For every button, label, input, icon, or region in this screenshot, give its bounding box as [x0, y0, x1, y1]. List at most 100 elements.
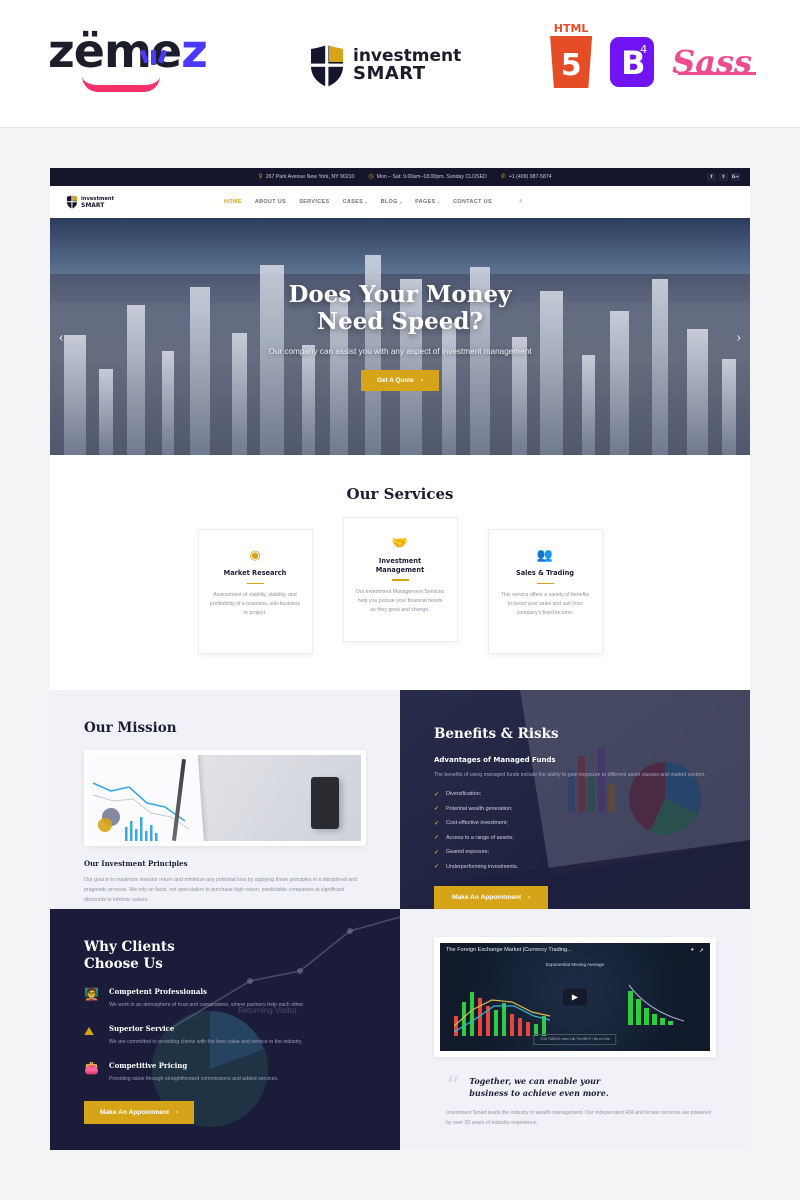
nav-item-blog[interactable]: BLOG ▾	[381, 199, 403, 205]
why-appointment-button[interactable]: Make An Appointment ›	[84, 1101, 195, 1125]
benefits-subtitle: Advantages of Managed Funds	[434, 756, 556, 764]
check-icon: ✓	[434, 806, 440, 813]
nav-item-home[interactable]: HOME	[224, 199, 242, 205]
google-plus-icon[interactable]: G+	[731, 173, 740, 181]
benefit-item: ✓ Access to a range of assets;	[434, 834, 716, 842]
benefits-risks-section: Benefits & Risks Advantages of Managed F…	[400, 690, 750, 909]
feature-text: Providing value through straightforward …	[109, 1075, 279, 1082]
contact-phone[interactable]: ✆ +1 (409) 987-5874	[501, 174, 552, 180]
wallet-icon: 👛	[84, 1060, 99, 1075]
eye-icon: ◉	[249, 547, 261, 562]
social-links: f t G+	[707, 173, 740, 181]
button-label: Make An Appointment	[100, 1109, 170, 1117]
benefit-label: Underperforming investments.	[446, 863, 519, 870]
quote-mark-icon: “	[446, 1071, 460, 1102]
contact-address: ⚲ 267 Park Avenue New York, NY 90210	[258, 174, 354, 180]
why-title-line-2: Choose Us	[84, 955, 163, 972]
benefits-appointment-button[interactable]: Make An Appointment ›	[434, 885, 549, 909]
check-icon: ✓	[434, 835, 440, 842]
benefits-title: Benefits & Risks	[434, 726, 559, 742]
why-title-line-1: Why Clients	[84, 938, 175, 955]
bootstrap-version: 4	[640, 43, 648, 56]
services-section: Our Services ◉ Market Research Assessmen…	[50, 455, 750, 690]
mission-text: Our goal is to maximize investor return …	[84, 877, 358, 904]
feature-text: We work in an atmosphere of trust and ca…	[109, 1001, 305, 1008]
service-card-investment-management[interactable]: 🤝 Investment Management Our Investment M…	[342, 517, 458, 642]
contact-address-text: 267 Park Avenue New York, NY 90210	[265, 174, 355, 180]
benefits-list: ✓ Diversification; ✓ Potential wealth gene…	[434, 791, 716, 871]
testimonial-body: Investment Smart leads the industry in w…	[446, 1109, 711, 1127]
video-player[interactable]: The Foreign Exchange Market |Currency Tr…	[440, 942, 710, 1051]
nav-item-cases[interactable]: CASES ▾	[343, 199, 368, 205]
facebook-icon[interactable]: f	[707, 173, 716, 181]
nav-item-contact-us[interactable]: CONTACT US	[453, 199, 492, 205]
zemez-part-1: z	[48, 24, 75, 78]
benefit-label: Access to a range of assets;	[446, 834, 514, 841]
shield-icon	[311, 45, 343, 87]
service-description: This service offers a variety of benefit…	[500, 592, 590, 617]
why-video-row: Returning Visitor Why Clients Choose Us …	[50, 908, 750, 1151]
testimonial-quote: “ Together, we can enable your business …	[434, 1071, 716, 1102]
hero-next-arrow[interactable]: ›	[737, 329, 741, 344]
zemez-part-e: ë	[73, 24, 105, 78]
zemez-logo: zëmez	[48, 28, 208, 98]
service-card-sales-trading[interactable]: 👥 Sales & Trading This service offers a …	[487, 529, 603, 654]
navbar-logo-text: investment SMART	[81, 196, 114, 209]
benefit-item: ✓ Underperforming investments.	[434, 863, 716, 871]
search-icon[interactable]: ⌕	[519, 198, 523, 206]
nav-label: BLOG	[380, 199, 398, 205]
service-name: Sales & Trading	[515, 569, 575, 577]
hero-prev-arrow[interactable]: ‹	[59, 329, 63, 344]
play-icon[interactable]: ▶	[563, 988, 587, 1006]
video-header: The Foreign Exchange Market |Currency Tr…	[446, 947, 704, 954]
nav-item-services[interactable]: SERVICES	[299, 199, 329, 205]
testimonial-line-1: Together, we can enable your	[469, 1075, 601, 1086]
chevron-down-icon: ▾	[365, 199, 368, 205]
nav-item-pages[interactable]: PAGES ▾	[415, 199, 440, 205]
divider	[246, 582, 264, 585]
feature-competitive-pricing: 👛 Competitive Pricing Providing value th…	[84, 1061, 366, 1084]
nav-item-about-us[interactable]: ABOUT US	[255, 199, 286, 205]
service-card-market-research[interactable]: ◉ Market Research Assessment of viabilit…	[197, 529, 313, 654]
mission-subtitle: Our Investment Principles	[84, 859, 188, 868]
site-navbar: investment SMART HOME ABOUT US SERVICES …	[50, 186, 750, 218]
logo-line-2: SMART	[353, 63, 426, 85]
get-a-quote-button[interactable]: Get A Quote ›	[361, 369, 439, 391]
shield-icon	[66, 195, 78, 209]
benefit-item: ✓ Geared exposure;	[434, 849, 716, 856]
service-name: Market Research	[223, 569, 287, 577]
nav-label: HOME	[224, 199, 242, 205]
tech-badges: HTML 5 B 4 Sass	[550, 22, 756, 88]
our-mission-section: Our Mission Our Investment Principles Ou…	[50, 690, 400, 909]
clock-icon: ◷	[368, 174, 374, 180]
mission-title: Our Mission	[84, 720, 177, 736]
button-label: Get A Quote	[377, 376, 414, 384]
watch-later-icon[interactable]: ◕	[690, 947, 694, 953]
bootstrap4-badge: B 4	[610, 37, 655, 87]
testimonial-line-2: business to achieve even more.	[469, 1087, 609, 1098]
feature-title: Competent Professionals	[109, 986, 207, 996]
feature-title: Competitive Pricing	[109, 1060, 188, 1070]
navbar-logo[interactable]: investment SMART	[66, 195, 114, 209]
share-icon[interactable]: ➚	[699, 947, 704, 954]
contact-phone-text: +1 (409) 987-5874	[508, 174, 552, 180]
hero-title: Does Your Money Need Speed?	[50, 282, 750, 335]
zemez-tick-icon	[132, 49, 174, 65]
histogram-chart	[628, 983, 686, 1025]
video-testimonial-section: The Foreign Exchange Market |Currency Tr…	[400, 908, 750, 1151]
chevron-right-icon: ›	[176, 1109, 179, 1117]
twitter-icon[interactable]: t	[719, 173, 728, 181]
chart-lines	[92, 782, 190, 841]
investment-smart-wordmark: investment SMART	[353, 47, 461, 85]
navbar-menu: HOME ABOUT US SERVICES CASES ▾ BLOG ▾ PAGE…	[224, 198, 523, 206]
feature-superior-service: ⛰ Superior Service We are committed to p…	[84, 1024, 366, 1047]
handshake-icon: 🤝	[391, 535, 409, 550]
website-preview: ⚲ 267 Park Avenue New York, NY 90210 ◷ M…	[50, 168, 750, 1151]
presenter-icon: 🧑‍🏫	[84, 986, 99, 1001]
services-cards: ◉ Market Research Assessment of viabilit…	[50, 517, 750, 654]
services-title: Our Services	[346, 485, 454, 503]
contact-hours-text: Mon – Sat: 9.00am–18.00pm. Sunday CLOSED	[376, 174, 487, 180]
testimonial-text: Together, we can enable your business to…	[469, 1075, 608, 1099]
feature-title: Superior Service	[109, 1023, 175, 1033]
why-title: Why Clients Choose Us	[84, 939, 366, 973]
